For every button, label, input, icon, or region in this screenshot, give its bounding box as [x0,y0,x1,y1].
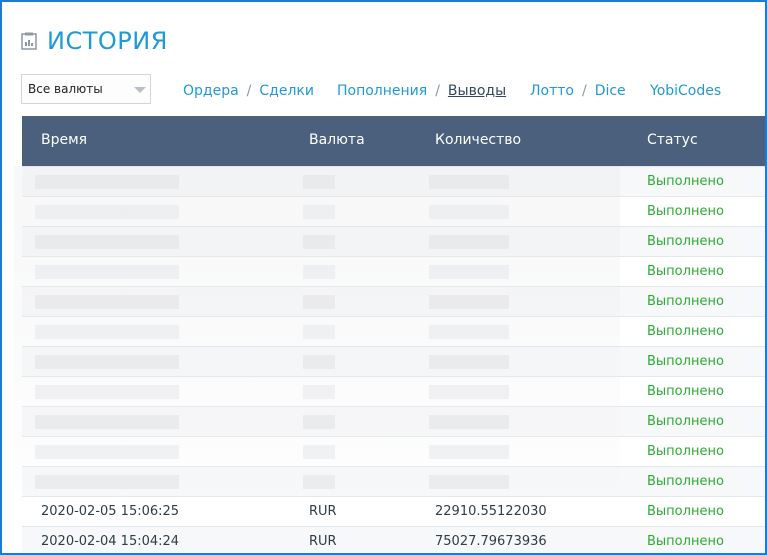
table-row: Выполнено [22,316,765,346]
redacted-cell-currency [303,175,335,189]
redacted-cell-currency [303,355,335,369]
table-row: Выполнено [22,406,765,436]
nav-separator: / [435,83,440,99]
redacted-cell-time [35,445,179,459]
nav-link-lotto[interactable]: Лотто [530,83,574,99]
table-row: 2020-02-04 15:04:24 RUR 75027.79673936 Выпо… [22,526,765,553]
redacted-cell-amount [429,235,509,249]
table-row: Выполнено [22,346,765,376]
cell-status: Выполнено [647,234,724,249]
redacted-cell-time [35,475,179,489]
redacted-cell-time [35,385,179,399]
cell-status: Выполнено [647,534,724,549]
redacted-cell-time [35,205,179,219]
cell-time: 2020-02-05 15:06:25 [41,504,180,519]
table-row: Выполнено [22,436,765,466]
redacted-cell-time [35,325,179,339]
redacted-cell-currency [303,235,335,249]
redacted-cell-amount [429,445,509,459]
redacted-cell-amount [429,355,509,369]
cell-status: Выполнено [647,414,724,429]
nav-link-dice[interactable]: Dice [595,83,626,99]
redacted-cell-currency [303,265,335,279]
redacted-cell-amount [429,205,509,219]
redacted-cell-time [35,265,179,279]
nav-group-funds: Пополнения / Выводы [337,82,506,100]
cell-status: Выполнено [647,204,724,219]
redacted-cell-amount [429,475,509,489]
chevron-down-icon [134,87,146,93]
page-title: ИСТОРИЯ [47,27,168,55]
redacted-cell-currency [303,295,335,309]
redacted-cell-amount [429,415,509,429]
page-header: ИСТОРИЯ [21,26,168,56]
column-header-status: Статус [647,132,698,148]
currency-select-value: Все валюты [28,82,103,96]
column-header-currency: Валюта [309,132,365,148]
cell-time: 2020-02-04 15:04:24 [41,534,180,549]
redacted-cell-time [35,235,179,249]
table-row: 2020-02-05 15:06:25 RUR 22910.55122030 Выпо… [22,496,765,526]
redacted-cell-currency [303,475,335,489]
nav-link-yobicodes[interactable]: YobiCodes [650,83,721,99]
redacted-cell-currency [303,385,335,399]
document-chart-icon [21,32,37,50]
redacted-cell-currency [303,415,335,429]
nav-separator: / [246,83,252,99]
cell-status: Выполнено [647,174,724,189]
cell-amount: 75027.79673936 [435,534,547,549]
redacted-cell-amount [429,325,509,339]
column-header-time: Время [41,132,88,148]
table-row: Выполнено [22,166,765,196]
table-row: Выполнено [22,376,765,406]
cell-status: Выполнено [647,354,724,369]
nav-group-trading: Ордера / Сделки [183,82,314,100]
cell-status: Выполнено [647,264,724,279]
table-row: Выполнено [22,256,765,286]
nav-link-orders[interactable]: Ордера [183,83,239,99]
table-row: Выполнено [22,466,765,496]
nav-link-deals[interactable]: Сделки [259,83,314,99]
cell-status: Выполнено [647,474,724,489]
history-table: Время Валюта Количество Статус Выполнено… [22,116,765,553]
redacted-cell-amount [429,175,509,189]
cell-amount: 22910.55122030 [435,504,547,519]
redacted-cell-amount [429,295,509,309]
nav-link-withdrawals[interactable]: Выводы [448,83,506,99]
redacted-cell-time [35,175,179,189]
cell-status: Выполнено [647,324,724,339]
redacted-cell-currency [303,205,335,219]
currency-select[interactable]: Все валюты [21,74,151,104]
redacted-cell-time [35,295,179,309]
cell-status: Выполнено [647,504,724,519]
nav-link-deposits[interactable]: Пополнения [337,83,427,99]
redacted-cell-amount [429,265,509,279]
window-frame: ИСТОРИЯ Все валюты Ордера / Сделки Попол… [0,0,767,555]
redacted-cell-currency [303,325,335,339]
cell-status: Выполнено [647,294,724,309]
cell-status: Выполнено [647,384,724,399]
cell-currency: RUR [309,504,337,519]
redacted-cell-currency [303,445,335,459]
redacted-cell-amount [429,385,509,399]
table-body: Выполнено Выполнено Выполнено Выполнено Выпо… [22,166,765,553]
table-header: Время Валюта Количество Статус [22,116,765,166]
table-row: Выполнено [22,226,765,256]
table-row: Выполнено [22,196,765,226]
nav-group-codes: YobiCodes [650,82,721,100]
column-header-amount: Количество [435,132,522,148]
table-row: Выполнено [22,286,765,316]
redacted-cell-time [35,415,179,429]
cell-status: Выполнено [647,444,724,459]
nav-group-games: Лотто / Dice [530,82,626,100]
nav-separator: / [581,83,587,99]
cell-currency: RUR [309,534,337,549]
redacted-cell-time [35,355,179,369]
